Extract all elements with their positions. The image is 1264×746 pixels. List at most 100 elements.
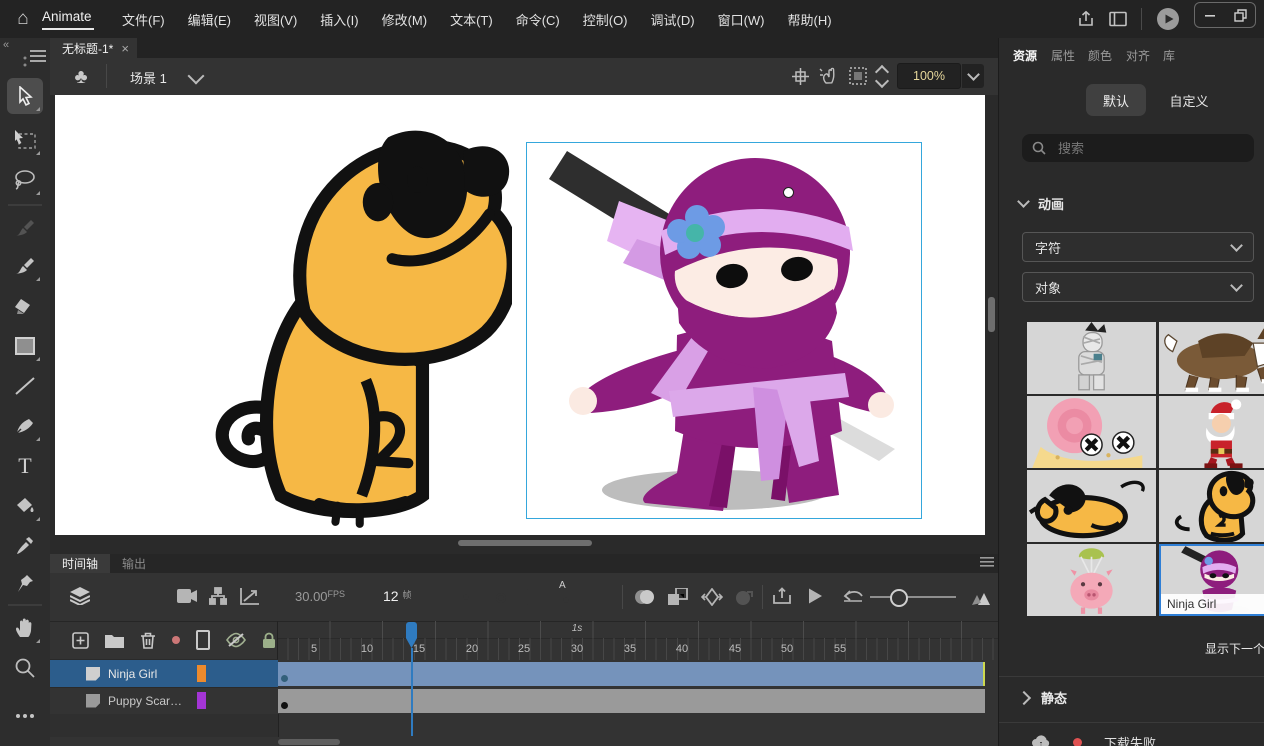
menu-debug[interactable]: 调试(D) bbox=[651, 10, 695, 29]
home-icon[interactable]: ⌂ bbox=[8, 4, 38, 34]
layer-row-puppy[interactable]: Puppy Scar… bbox=[50, 687, 278, 715]
eyedropper-tool[interactable] bbox=[7, 528, 43, 564]
frame-span-ninja[interactable] bbox=[278, 662, 985, 686]
menu-help[interactable]: 帮助(H) bbox=[788, 10, 832, 29]
pen-tool[interactable] bbox=[7, 408, 43, 444]
onion-range-track[interactable] bbox=[870, 596, 956, 598]
menu-file[interactable]: 文件(F) bbox=[122, 10, 165, 29]
menu-window[interactable]: 窗口(W) bbox=[718, 10, 765, 29]
layer-row-ninja-girl[interactable]: Ninja Girl bbox=[50, 660, 278, 688]
minimize-button[interactable] bbox=[1195, 3, 1225, 27]
zoom-stepper[interactable] bbox=[877, 67, 887, 86]
layer-name[interactable]: Puppy Scar… bbox=[108, 694, 182, 708]
zoom-dropdown[interactable] bbox=[961, 64, 984, 88]
camera-icon[interactable] bbox=[177, 589, 197, 603]
current-frame-value[interactable]: 12 帧 bbox=[383, 588, 411, 604]
ninja-selection-box[interactable] bbox=[526, 142, 922, 519]
lasso-tool[interactable] bbox=[7, 162, 43, 198]
tab-assets[interactable]: 资源 bbox=[1013, 47, 1037, 64]
mode-default-button[interactable]: 默认 bbox=[1086, 84, 1146, 116]
menu-control[interactable]: 控制(O) bbox=[583, 10, 628, 29]
layer-name[interactable]: Ninja Girl bbox=[108, 667, 157, 681]
tab-library[interactable]: 库 bbox=[1163, 47, 1175, 64]
shape-tween-icon[interactable] bbox=[735, 588, 755, 606]
asset-search[interactable] bbox=[1022, 134, 1254, 162]
transform-origin-point[interactable] bbox=[783, 187, 794, 198]
add-layer-icon[interactable] bbox=[72, 632, 89, 649]
tab-timeline[interactable]: 时间轴 bbox=[50, 554, 110, 573]
asset-thumb-puppy-lying[interactable] bbox=[1027, 470, 1156, 542]
more-tools-icon[interactable] bbox=[7, 698, 43, 734]
restore-button[interactable] bbox=[1225, 3, 1255, 27]
frame-graph-icon[interactable] bbox=[240, 587, 260, 605]
menu-edit[interactable]: 编辑(E) bbox=[188, 10, 231, 29]
test-movie-icon[interactable] bbox=[1156, 7, 1180, 31]
layer-parenting-icon[interactable] bbox=[209, 587, 227, 605]
paint-bucket-tool[interactable] bbox=[7, 488, 43, 524]
loop-icon[interactable] bbox=[772, 587, 792, 605]
section-animated-header[interactable]: 动画 bbox=[1019, 194, 1064, 213]
timeline-scrollbar[interactable] bbox=[278, 739, 340, 745]
rectangle-tool[interactable] bbox=[7, 328, 43, 364]
asset-thumb-mummy[interactable] bbox=[1027, 322, 1156, 394]
puppy-artwork[interactable] bbox=[167, 109, 512, 534]
menu-text[interactable]: 文本(T) bbox=[450, 10, 493, 29]
selection-tool[interactable] bbox=[7, 78, 43, 114]
asset-thumb-wolf[interactable] bbox=[1159, 322, 1264, 394]
document-tab[interactable]: 无标题-1* × bbox=[50, 38, 137, 58]
scene-chevron-down-icon[interactable] bbox=[188, 68, 205, 85]
character-filter-dropdown[interactable]: 字符 bbox=[1022, 232, 1254, 262]
rotate-canvas-icon[interactable] bbox=[819, 67, 839, 85]
menu-commands[interactable]: 命令(C) bbox=[516, 10, 560, 29]
subselection-tool[interactable] bbox=[7, 122, 43, 158]
edit-toolbar-icon[interactable] bbox=[30, 50, 46, 62]
search-input[interactable] bbox=[1056, 140, 1230, 157]
layers-stack-icon[interactable] bbox=[70, 587, 90, 605]
keyframe-dot[interactable] bbox=[281, 702, 288, 709]
pin-tool[interactable] bbox=[7, 566, 43, 602]
hand-tool[interactable] bbox=[7, 610, 43, 646]
create-tween-icon[interactable] bbox=[668, 588, 688, 606]
share-icon[interactable] bbox=[1077, 10, 1095, 28]
timeline-zoom-icon[interactable] bbox=[972, 587, 996, 605]
scene-name[interactable]: 场景 1 bbox=[130, 68, 167, 87]
highlight-layers-icon[interactable] bbox=[172, 636, 180, 644]
section-static-header[interactable]: 静态 bbox=[1019, 688, 1067, 707]
outline-layers-icon[interactable] bbox=[196, 630, 210, 650]
layer-color-swatch[interactable] bbox=[197, 692, 206, 709]
asset-thumb-snail[interactable] bbox=[1027, 396, 1156, 468]
tab-align[interactable]: 对齐 bbox=[1126, 47, 1150, 64]
zoom-level-value[interactable]: 100% bbox=[897, 63, 961, 89]
timeline-ruler[interactable]: 1s 5 10 15 20 25 30 35 40 45 50 55 bbox=[278, 621, 998, 660]
cloud-download-icon[interactable] bbox=[1031, 734, 1051, 746]
menu-modify[interactable]: 修改(M) bbox=[382, 10, 428, 29]
onion-range-knob[interactable] bbox=[890, 589, 908, 607]
canvas-horizontal-scrollbar[interactable] bbox=[458, 540, 592, 546]
eraser-tool[interactable] bbox=[7, 288, 43, 324]
rewind-icon[interactable] bbox=[842, 588, 864, 604]
fps-value[interactable]: 30.00FPS bbox=[295, 589, 345, 604]
line-tool[interactable] bbox=[7, 368, 43, 404]
center-stage-icon[interactable] bbox=[792, 68, 809, 85]
lock-layers-icon[interactable] bbox=[262, 632, 276, 649]
tab-output[interactable]: 输出 bbox=[110, 554, 158, 573]
keyframe-dot[interactable] bbox=[281, 675, 288, 682]
tab-properties[interactable]: 属性 bbox=[1051, 47, 1075, 64]
asset-thumb-piggy-parachute[interactable] bbox=[1027, 544, 1156, 616]
symbol-clubs-icon[interactable]: ♣ bbox=[68, 64, 94, 90]
add-folder-icon[interactable] bbox=[105, 633, 124, 648]
menu-view[interactable]: 视图(V) bbox=[254, 10, 297, 29]
frame-span-puppy[interactable] bbox=[278, 689, 985, 713]
onion-skin-icon[interactable] bbox=[634, 588, 656, 606]
timeline-panel-menu-icon[interactable] bbox=[980, 557, 994, 567]
hide-layers-icon[interactable] bbox=[226, 632, 246, 648]
workspace-icon[interactable] bbox=[1109, 11, 1127, 27]
clip-content-icon[interactable] bbox=[849, 67, 867, 85]
layer-color-swatch[interactable] bbox=[197, 665, 206, 682]
text-tool[interactable]: T bbox=[7, 448, 43, 484]
mode-custom-button[interactable]: 自定义 bbox=[1153, 84, 1225, 116]
close-tab-icon[interactable]: × bbox=[121, 41, 129, 56]
zoom-tool[interactable] bbox=[7, 650, 43, 686]
app-title[interactable]: Animate bbox=[42, 9, 92, 24]
play-icon[interactable] bbox=[806, 587, 824, 605]
